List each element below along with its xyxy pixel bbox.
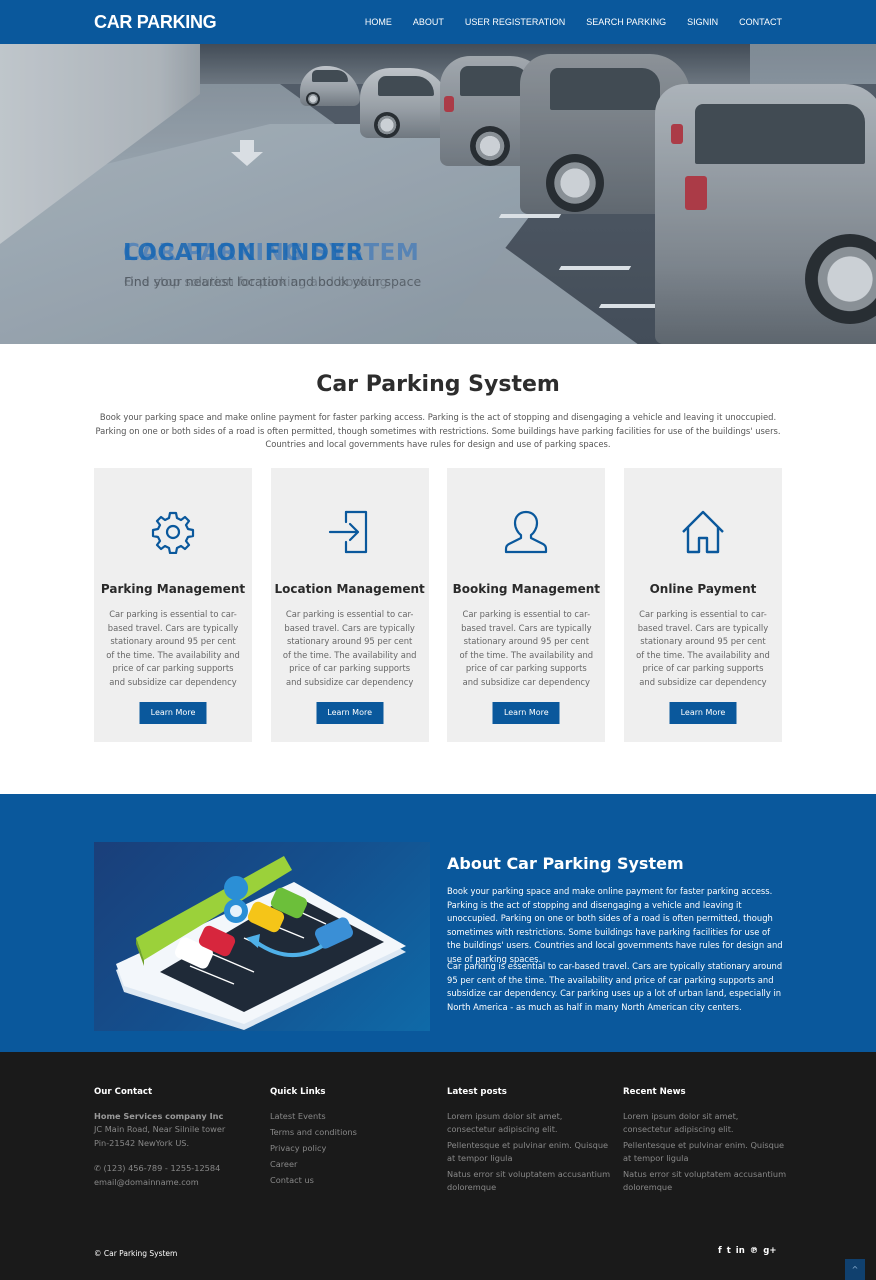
company-name: Home Services company Inc xyxy=(94,1111,224,1121)
copyright-text: © Car Parking System xyxy=(94,1249,178,1258)
news-link[interactable]: Lorem ipsum dolor sit amet, consectetur … xyxy=(623,1110,788,1137)
card-title: Online Payment xyxy=(649,582,757,596)
card-text: Car parking is essential to car-based tr… xyxy=(282,609,417,687)
footer-link-privacy[interactable]: Privacy policy xyxy=(270,1142,440,1155)
post-link[interactable]: Natus error sit voluptatem accusantium d… xyxy=(447,1168,612,1195)
about-paragraph: Car parking is essential to car-based tr… xyxy=(447,961,783,1012)
phone-number: ✆ (123) 456-789 - 1255-12584 xyxy=(94,1162,264,1175)
learn-more-button[interactable]: Learn More xyxy=(492,702,560,724)
site-header: CAR PARKING HOME ABOUT USER REGISTERATIO… xyxy=(0,0,876,44)
footer-heading: Our Contact xyxy=(94,1087,153,1097)
footer-heading: Recent News xyxy=(623,1087,686,1097)
twitter-icon[interactable]: t xyxy=(727,1246,731,1256)
hero-slide-subtitle: Find your nearest location and book your… xyxy=(124,274,422,289)
footer-quick-links: Quick Links Latest Events Terms and cond… xyxy=(270,1087,440,1190)
feature-card-location-management: Location Management Car parking is essen… xyxy=(270,468,429,742)
card-text: Car parking is essential to car-based tr… xyxy=(636,609,770,687)
nav-about[interactable]: ABOUT xyxy=(413,17,444,27)
footer-latest-posts: Latest posts Lorem ipsum dolor sit amet,… xyxy=(447,1087,612,1196)
about-paragraph: Book your parking space and make online … xyxy=(447,886,783,964)
nav-user-registration[interactable]: USER REGISTERATION xyxy=(465,17,565,27)
footer-link-terms[interactable]: Terms and conditions xyxy=(270,1126,440,1139)
news-link[interactable]: Pellentesque et pulvinar enim. Quisque a… xyxy=(623,1139,788,1166)
footer-recent-news: Recent News Lorem ipsum dolor sit amet, … xyxy=(623,1087,788,1196)
nav-search-parking[interactable]: SEARCH PARKING xyxy=(586,17,666,27)
footer-contact: Our Contact Home Services company Inc JC… xyxy=(94,1087,264,1189)
learn-more-button[interactable]: Learn More xyxy=(139,702,207,724)
post-link[interactable]: Pellentesque et pulvinar enim. Quisque a… xyxy=(447,1139,612,1166)
phone-text: (123) 456-789 - 1255-12584 xyxy=(103,1163,221,1174)
card-text: Car parking is essential to car-based tr… xyxy=(106,609,240,687)
home-icon xyxy=(682,510,724,554)
nav-signin[interactable]: SIGNIN xyxy=(687,17,718,27)
footer-link-contact[interactable]: Contact us xyxy=(270,1174,440,1187)
nav-contact[interactable]: CONTACT xyxy=(739,17,782,27)
parking-illustration xyxy=(94,842,430,1031)
post-link[interactable]: Lorem ipsum dolor sit amet, consectetur … xyxy=(447,1110,612,1137)
footer-link-career[interactable]: Career xyxy=(270,1158,440,1171)
gear-icon xyxy=(151,511,195,554)
learn-more-button[interactable]: Learn More xyxy=(316,702,384,724)
google-plus-icon[interactable]: g+ xyxy=(763,1246,776,1256)
user-icon xyxy=(505,510,548,554)
facebook-icon[interactable]: f xyxy=(718,1246,722,1256)
address-line: Pin-21542 NewYork US. xyxy=(94,1137,190,1148)
intro-section: Car Parking System Book your parking spa… xyxy=(0,344,876,794)
section-title: Car Parking System xyxy=(316,372,560,397)
footer-heading: Quick Links xyxy=(270,1087,326,1097)
feature-cards: Parking Management Car parking is essent… xyxy=(94,468,782,742)
about-section: About Car Parking System Book your parki… xyxy=(0,794,876,1052)
scroll-to-top-button[interactable]: ^ xyxy=(845,1259,865,1280)
card-title: Location Management xyxy=(274,582,425,596)
learn-more-button[interactable]: Learn More xyxy=(669,702,737,724)
hero-slide-title: LOCATION FINDER xyxy=(123,240,364,266)
sign-in-icon xyxy=(328,510,367,554)
section-description: Book your parking space and make online … xyxy=(95,412,781,450)
email-link[interactable]: email@domainname.com xyxy=(94,1176,264,1189)
about-title: About Car Parking System xyxy=(447,854,684,873)
linkedin-icon[interactable]: in xyxy=(736,1246,745,1256)
pinterest-icon[interactable]: ℗ xyxy=(750,1246,759,1256)
arrow-down-icon[interactable] xyxy=(229,140,265,168)
feature-card-parking-management: Parking Management Car parking is essent… xyxy=(94,468,252,742)
brand-logo[interactable]: CAR PARKING xyxy=(94,12,217,33)
site-footer: Our Contact Home Services company Inc JC… xyxy=(0,1052,876,1280)
footer-heading: Latest posts xyxy=(447,1087,507,1097)
news-link[interactable]: Natus error sit voluptatem accusantium d… xyxy=(623,1168,788,1195)
main-nav: HOME ABOUT USER REGISTERATION SEARCH PAR… xyxy=(344,17,782,27)
hero-carousel: CAR PARKING SYSTEM LOCATION FINDER One s… xyxy=(0,44,876,344)
feature-card-online-payment: Online Payment Car parking is essential … xyxy=(623,468,782,742)
social-links: f t in ℗ g+ xyxy=(718,1246,776,1256)
nav-home[interactable]: HOME xyxy=(365,17,392,27)
card-title: Booking Management xyxy=(452,582,600,596)
feature-card-booking-management: Booking Management Car parking is essent… xyxy=(447,468,606,742)
hero-overlay xyxy=(0,44,876,344)
card-title: Parking Management xyxy=(100,582,246,596)
card-text: Car parking is essential to car-based tr… xyxy=(459,609,594,687)
address-line: JC Main Road, Near Silnile tower xyxy=(94,1124,226,1135)
footer-link-latest-events[interactable]: Latest Events xyxy=(270,1110,440,1123)
